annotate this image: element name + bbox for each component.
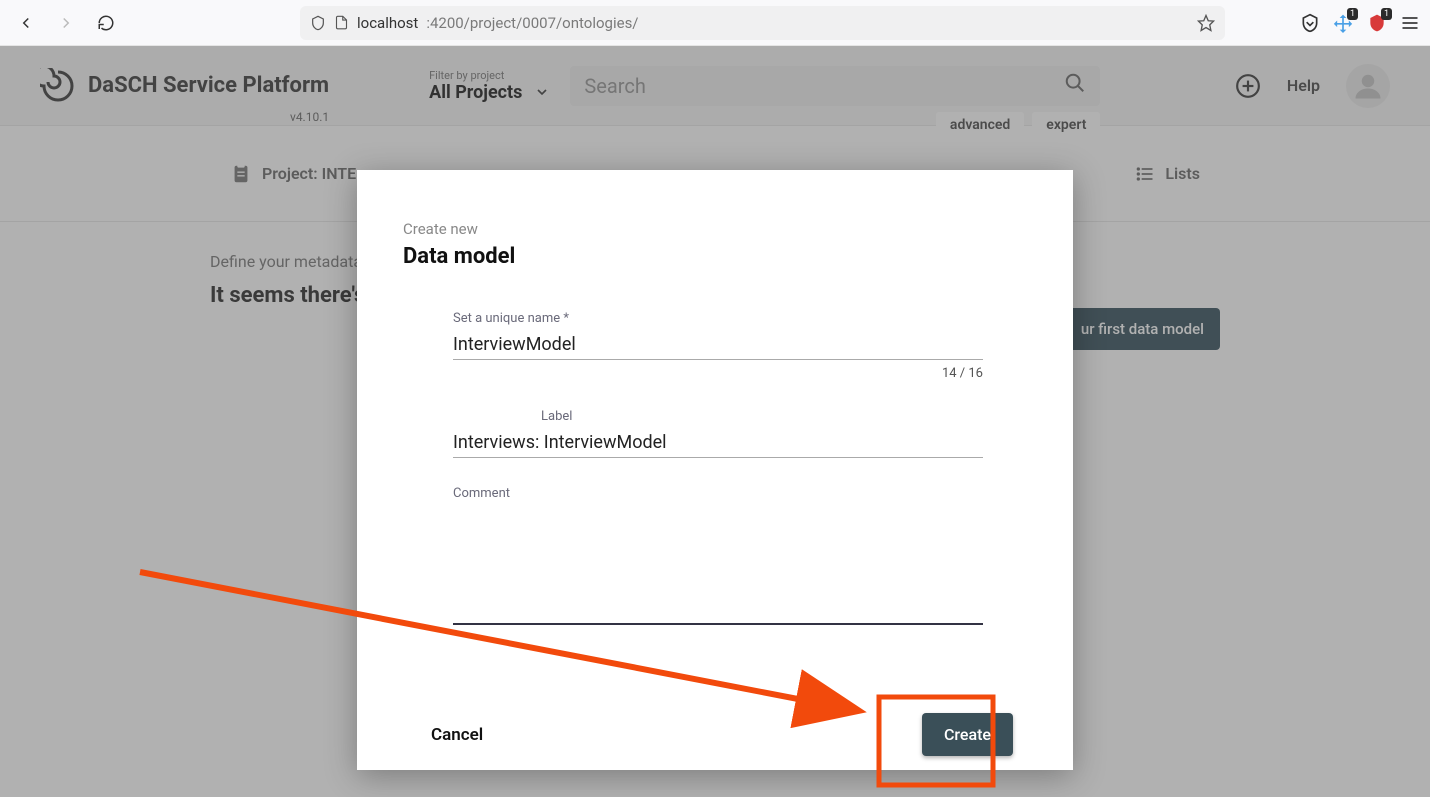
shield-icon (310, 15, 326, 31)
comment-field: Comment (453, 486, 983, 629)
reload-button[interactable] (90, 7, 122, 39)
extension-icon-2[interactable]: 1 (1366, 12, 1388, 34)
create-button[interactable]: Create (922, 713, 1013, 756)
cancel-button[interactable]: Cancel (427, 715, 487, 755)
comment-input[interactable] (453, 505, 983, 625)
browser-toolbar-right: 1 1 (1300, 12, 1420, 34)
modal-supertitle: Create new (403, 220, 1027, 238)
forward-button[interactable] (50, 7, 82, 39)
label-field-label: Label (541, 409, 983, 424)
name-field: Set a unique name * 14 / 16 (453, 311, 983, 381)
menu-icon[interactable] (1400, 13, 1420, 33)
modal-title: Data model (403, 244, 1027, 269)
back-button[interactable] (10, 7, 42, 39)
name-input[interactable] (453, 330, 983, 360)
page-icon (334, 15, 349, 30)
extension-badge-2: 1 (1381, 8, 1392, 20)
extension-icon-1[interactable]: 1 (1332, 12, 1354, 34)
browser-toolbar: localhost:4200/project/0007/ontologies/ … (0, 0, 1430, 46)
url-bar[interactable]: localhost :4200/project/0007/ontologies/ (300, 6, 1225, 40)
modal-actions: Cancel Create (427, 713, 1013, 756)
extension-badge-1: 1 (1347, 8, 1358, 20)
label-field: Label (453, 409, 983, 458)
url-host: localhost (357, 14, 418, 32)
label-input[interactable] (453, 428, 983, 458)
bookmark-star-icon[interactable] (1197, 14, 1215, 32)
comment-field-label: Comment (453, 486, 983, 501)
url-path: :4200/project/0007/ontologies/ (426, 14, 638, 32)
create-data-model-dialog: Create new Data model Set a unique name … (357, 170, 1073, 770)
name-field-label: Set a unique name * (453, 311, 983, 326)
pocket-icon[interactable] (1300, 13, 1320, 33)
name-char-counter: 14 / 16 (453, 366, 983, 381)
